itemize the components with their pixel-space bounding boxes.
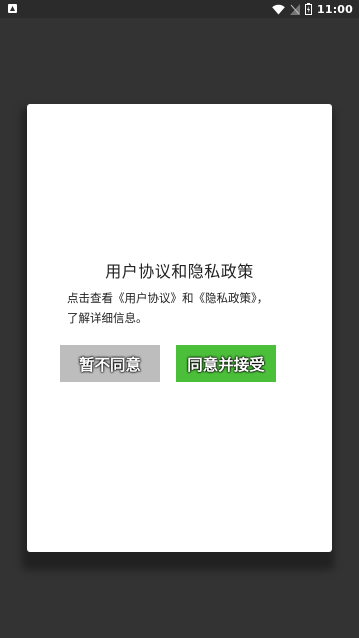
dialog-body: 点击查看《用户协议》和《隐私政策》， 了解详细信息。 xyxy=(67,288,297,328)
agree-button[interactable]: 同意并接受 xyxy=(176,345,276,382)
disagree-button[interactable]: 暂不同意 xyxy=(60,345,160,382)
wifi-icon xyxy=(272,4,285,15)
privacy-dialog: 用户协议和隐私政策 点击查看《用户协议》和《隐私政策》， 了解详细信息。 暂不同… xyxy=(27,104,332,552)
signal-icon xyxy=(289,3,300,15)
dialog-body-line2: 了解详细信息。 xyxy=(67,311,148,325)
dialog-body-line1[interactable]: 点击查看《用户协议》和《隐私政策》， xyxy=(67,288,297,308)
status-icons: 11:00 xyxy=(272,1,353,17)
notification-icon xyxy=(8,4,17,13)
clock: 11:00 xyxy=(316,2,353,16)
status-bar: 11:00 xyxy=(0,0,359,18)
battery-icon xyxy=(304,3,312,15)
dialog-title: 用户协议和隐私政策 xyxy=(105,262,254,281)
